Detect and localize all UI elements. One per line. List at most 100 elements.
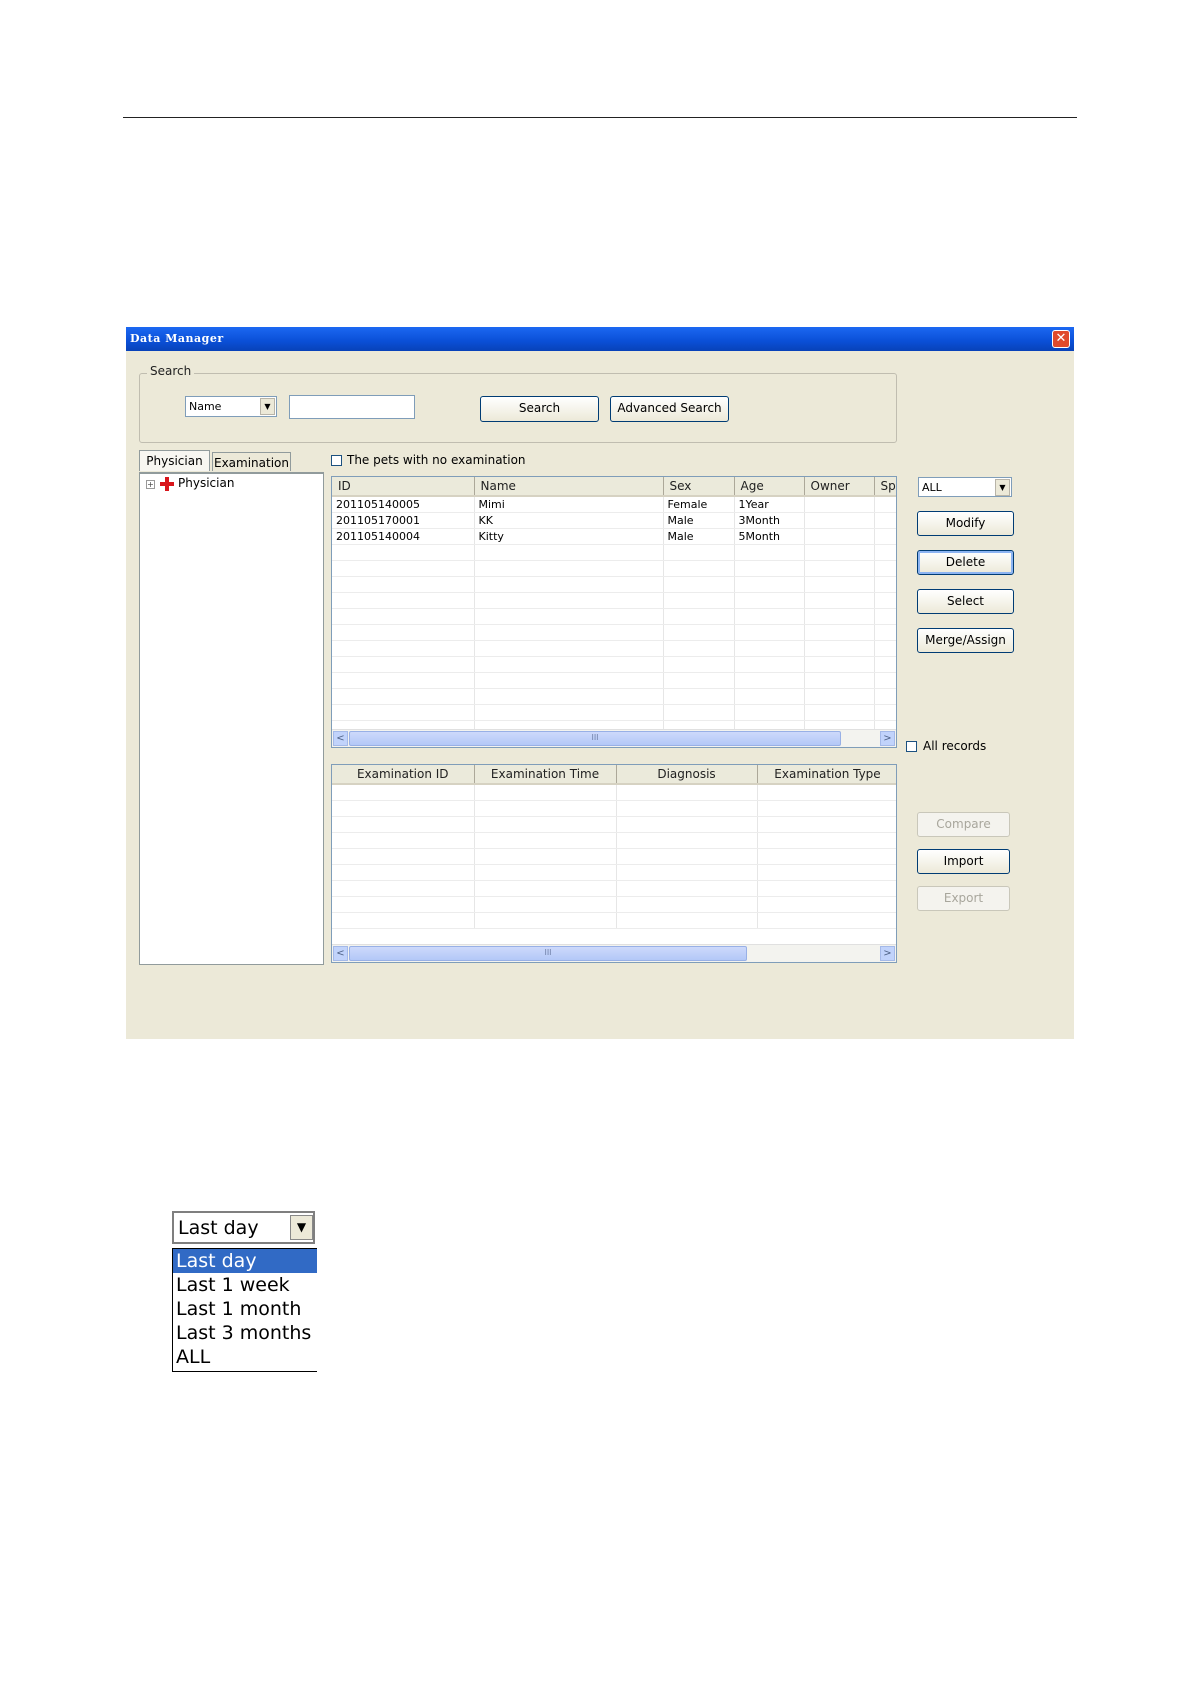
- column-header[interactable]: Examination Time: [474, 765, 617, 785]
- table-row-empty: [332, 640, 896, 657]
- close-icon[interactable]: ✕: [1052, 330, 1070, 348]
- table-row-empty: [332, 800, 896, 817]
- scroll-right-icon[interactable]: >: [880, 946, 895, 961]
- table-row-empty: [332, 624, 896, 641]
- table-cell: 201105140004: [332, 528, 475, 545]
- dropdown-option[interactable]: ALL: [173, 1345, 317, 1369]
- table-cell: [874, 560, 896, 577]
- column-header[interactable]: Age: [734, 477, 805, 497]
- modify-button[interactable]: Modify: [917, 511, 1014, 536]
- filter-select[interactable]: ALL ▼: [918, 477, 1012, 497]
- chevron-down-icon[interactable]: ▼: [260, 398, 275, 415]
- patient-table: IDNameSexAgeOwnerSpe 201105140005MimiFem…: [332, 477, 896, 737]
- examination-grid[interactable]: Examination ID Examination Time Diagnosis E…: [331, 764, 897, 963]
- table-row[interactable]: 201105170001 KK Male 3Month: [332, 512, 896, 529]
- column-header[interactable]: Diagnosis: [616, 765, 758, 785]
- table-cell: [474, 896, 617, 913]
- table-cell: Mimi: [474, 496, 664, 513]
- scroll-left-icon[interactable]: <: [333, 731, 348, 746]
- table-cell: [734, 576, 805, 593]
- table-row-empty: [332, 816, 896, 833]
- table-cell: [757, 896, 896, 913]
- table-cell: [874, 688, 896, 705]
- search-field-select[interactable]: Name ▼: [185, 396, 277, 417]
- dropdown-option[interactable]: Last day: [173, 1249, 317, 1273]
- table-cell: [663, 560, 735, 577]
- table-cell: [474, 672, 664, 689]
- tab-physician[interactable]: Physician: [139, 450, 210, 471]
- table-cell: [332, 832, 475, 849]
- table-cell: [332, 816, 475, 833]
- table-cell: Male: [663, 512, 735, 529]
- chevron-down-icon[interactable]: ▼: [995, 479, 1010, 496]
- table-cell: [874, 656, 896, 673]
- import-button[interactable]: Import: [917, 849, 1010, 874]
- select-button[interactable]: Select: [917, 589, 1014, 614]
- page-top-rule: [123, 117, 1077, 118]
- advanced-search-button[interactable]: Advanced Search: [610, 396, 729, 422]
- table-row[interactable]: 201105140004 Kitty Male 5Month: [332, 528, 896, 545]
- table-cell: [757, 912, 896, 929]
- compare-button[interactable]: Compare: [917, 812, 1010, 837]
- table-cell: [874, 528, 896, 545]
- search-input[interactable]: [289, 395, 415, 419]
- table-row-empty: [332, 912, 896, 929]
- column-header[interactable]: ID: [332, 477, 475, 497]
- table-cell: [332, 912, 475, 929]
- no-exam-checkbox-label: The pets with no examination: [347, 453, 526, 467]
- table-cell: 201105170001: [332, 512, 475, 529]
- dropdown-option[interactable]: Last 1 week: [173, 1273, 317, 1297]
- table-row-empty: [332, 864, 896, 881]
- column-header[interactable]: Examination Type: [757, 765, 896, 785]
- table-cell: [616, 880, 758, 897]
- search-button[interactable]: Search: [480, 396, 599, 422]
- column-header[interactable]: Name: [474, 477, 664, 497]
- column-header[interactable]: Sex: [663, 477, 735, 497]
- table-cell: [474, 816, 617, 833]
- tab-examination[interactable]: Examination: [212, 452, 291, 471]
- column-header[interactable]: Owner: [804, 477, 875, 497]
- patient-grid[interactable]: IDNameSexAgeOwnerSpe 201105140005MimiFem…: [331, 476, 897, 748]
- dropdown-option[interactable]: Last 3 months: [173, 1321, 317, 1345]
- table-cell: [474, 704, 664, 721]
- table-row-empty: [332, 784, 896, 801]
- delete-button[interactable]: Delete: [917, 550, 1014, 575]
- table-cell: [804, 672, 875, 689]
- all-records-label: All records: [923, 739, 987, 753]
- column-header[interactable]: Examination ID: [332, 765, 475, 785]
- table-cell: [332, 704, 475, 721]
- title-bar[interactable]: Data Manager ✕: [126, 327, 1074, 351]
- table-cell: [874, 640, 896, 657]
- time-range-select[interactable]: Last day ▼: [172, 1211, 315, 1244]
- table-cell: [804, 688, 875, 705]
- window-title: Data Manager: [130, 332, 224, 345]
- table-cell: [332, 624, 475, 641]
- scroll-thumb[interactable]: III: [349, 946, 747, 961]
- table-cell: [757, 864, 896, 881]
- table-cell: [734, 560, 805, 577]
- tree-expand-icon[interactable]: +: [146, 480, 155, 489]
- scroll-thumb[interactable]: III: [349, 731, 841, 746]
- table-cell: [663, 688, 735, 705]
- patient-hscroll[interactable]: < III >: [332, 729, 896, 747]
- column-header[interactable]: Spe: [874, 477, 896, 497]
- dropdown-option[interactable]: Last 1 month: [173, 1297, 317, 1321]
- table-cell: [332, 688, 475, 705]
- export-button[interactable]: Export: [917, 886, 1010, 911]
- table-cell: [757, 832, 896, 849]
- tree-root-physician[interactable]: Physician: [178, 476, 234, 490]
- table-cell: [757, 800, 896, 817]
- table-cell: [616, 816, 758, 833]
- table-cell: [734, 608, 805, 625]
- scroll-right-icon[interactable]: >: [880, 731, 895, 746]
- all-records-checkbox[interactable]: [906, 741, 917, 752]
- chevron-down-icon[interactable]: ▼: [290, 1215, 313, 1240]
- exam-hscroll[interactable]: < III >: [332, 944, 896, 962]
- table-row[interactable]: 201105140005 Mimi Female 1Year: [332, 496, 896, 513]
- table-cell: [874, 704, 896, 721]
- table-cell: [804, 704, 875, 721]
- scroll-left-icon[interactable]: <: [333, 946, 348, 961]
- no-exam-checkbox[interactable]: [331, 455, 342, 466]
- merge-assign-button[interactable]: Merge/Assign: [917, 628, 1014, 653]
- table-cell: [804, 576, 875, 593]
